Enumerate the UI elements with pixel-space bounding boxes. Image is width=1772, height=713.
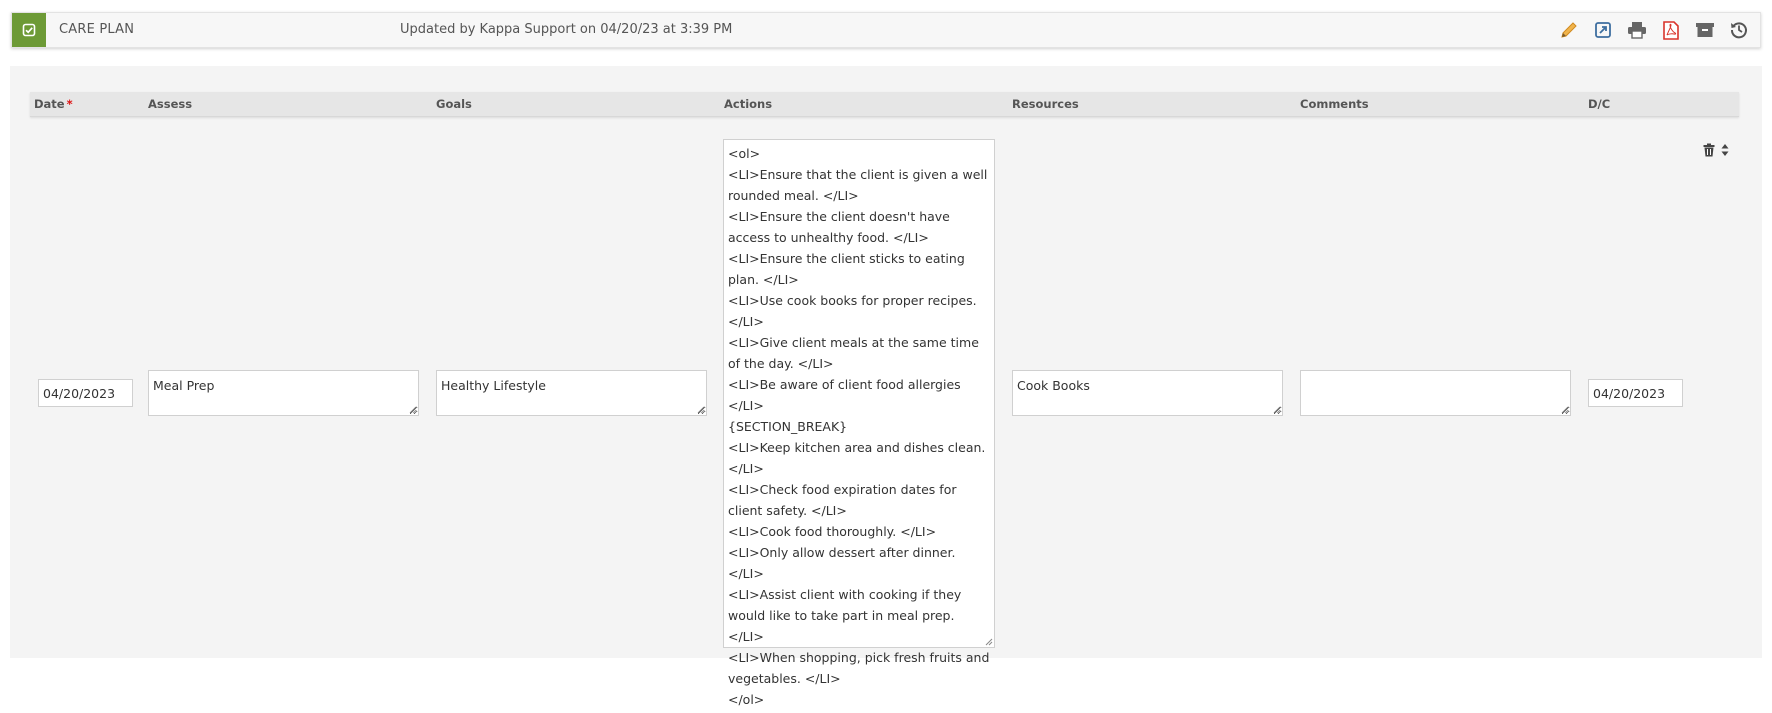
row-controls <box>1703 142 1729 161</box>
resize-grip-icon[interactable] <box>409 406 417 414</box>
column-date-label: Date <box>34 97 65 111</box>
actions-textarea[interactable]: <ol> <LI>Ensure that the client is given… <box>723 139 995 707</box>
toolbar-actions <box>1552 19 1756 41</box>
column-resources: Resources <box>1012 97 1079 111</box>
column-comments: Comments <box>1300 97 1369 111</box>
dc-date-input[interactable]: 04/20/2023 <box>1588 379 1683 407</box>
assess-textarea[interactable]: Meal Prep <box>148 370 419 416</box>
column-dc: D/C <box>1588 97 1611 111</box>
resize-grip-icon[interactable] <box>697 406 705 414</box>
sort-icon[interactable] <box>1721 142 1729 161</box>
check-icon[interactable] <box>12 13 46 47</box>
goals-value: Healthy Lifestyle <box>441 378 546 393</box>
archive-icon[interactable] <box>1688 19 1722 41</box>
goals-textarea[interactable]: Healthy Lifestyle <box>436 370 707 416</box>
column-goals: Goals <box>436 97 472 111</box>
pdf-icon[interactable] <box>1654 19 1688 41</box>
resize-grip-icon[interactable] <box>985 638 993 646</box>
column-date: Date * <box>34 97 73 111</box>
resize-grip-icon[interactable] <box>1561 406 1569 414</box>
history-icon[interactable] <box>1722 19 1756 41</box>
comments-textarea[interactable] <box>1300 370 1571 416</box>
column-actions: Actions <box>724 97 773 111</box>
print-icon[interactable] <box>1620 19 1654 41</box>
care-plan-toolbar: CARE PLAN Updated by Kappa Support on 04… <box>11 12 1761 48</box>
export-icon[interactable] <box>1586 19 1620 41</box>
table-header: Date * Assess Goals Actions Resources Com… <box>30 92 1739 117</box>
resources-value: Cook Books <box>1017 378 1090 393</box>
care-plan-panel: Date * Assess Goals Actions Resources Com… <box>10 66 1762 707</box>
updated-status: Updated by Kappa Support on 04/20/23 at … <box>400 22 733 37</box>
actions-value: <ol> <LI>Ensure that the client is given… <box>728 146 990 707</box>
resize-grip-icon[interactable] <box>1273 406 1281 414</box>
page-title: CARE PLAN <box>59 22 135 37</box>
required-marker: * <box>66 97 73 111</box>
assess-value: Meal Prep <box>153 378 215 393</box>
column-assess: Assess <box>148 97 193 111</box>
date-input[interactable]: 04/20/2023 <box>38 379 133 407</box>
edit-icon[interactable] <box>1552 19 1586 41</box>
trash-icon[interactable] <box>1703 142 1715 161</box>
resources-textarea[interactable]: Cook Books <box>1012 370 1283 416</box>
